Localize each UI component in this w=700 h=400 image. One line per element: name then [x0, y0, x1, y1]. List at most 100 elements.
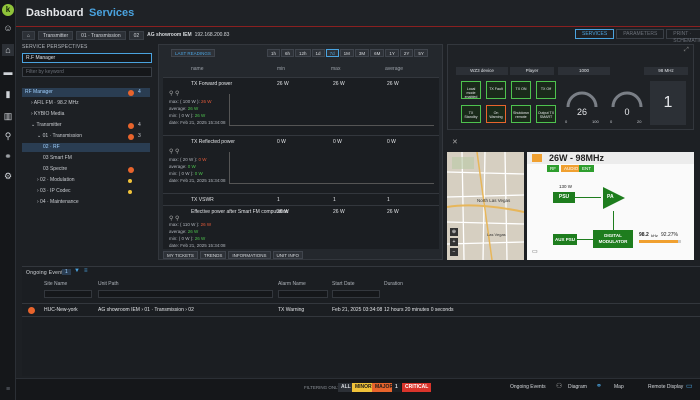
column-header: min: [277, 66, 286, 72]
device-status-panel: ⤢ WZ3 device Player 1000 98 MHz Local mo…: [447, 44, 694, 130]
pa-block[interactable]: [601, 185, 627, 211]
time-range-button[interactable]: 1M: [339, 49, 354, 57]
map-streets: [447, 152, 524, 260]
shutdown-button[interactable]: Shutdown remote: [511, 105, 531, 123]
tab-trends[interactable]: TRENDS: [199, 251, 227, 259]
tx-off-button[interactable]: TX Off: [536, 81, 556, 99]
severity-critical[interactable]: CRITICAL: [402, 383, 432, 392]
breadcrumb-item[interactable]: 01 · Transmission: [76, 30, 126, 40]
event-path: AG showroom IEM › 01 · Transmission › 02: [98, 307, 194, 313]
tab-parameters[interactable]: PARAMETERS: [616, 29, 665, 39]
stat-min-label: min: ( 0 W ):: [169, 171, 195, 176]
metric-name: TX VSWR: [191, 197, 214, 203]
collapse-icon[interactable]: ✕: [452, 138, 458, 146]
expand-icon[interactable]: ⤢: [684, 47, 689, 54]
chart-icon[interactable]: ▮: [2, 88, 14, 100]
path-filter-input[interactable]: [98, 290, 273, 298]
page-subtitle: Services: [89, 7, 135, 19]
monitor-icon[interactable]: ▭: [532, 248, 538, 255]
digital-modulator-block[interactable]: DIGITAL MODULATOR: [593, 230, 633, 248]
date-filter-input[interactable]: [332, 290, 380, 298]
ticket-icon[interactable]: ▬: [2, 66, 14, 78]
site-map[interactable]: North Las Vegas Las Vegas ⊕ + −: [447, 152, 524, 260]
menu-icon[interactable]: ≡: [2, 384, 14, 396]
link-diagram[interactable]: Diagram: [568, 384, 587, 390]
tree-item[interactable]: › AFIL FM · 98.2 MHz: [22, 99, 150, 108]
site-filter-input[interactable]: [44, 290, 92, 298]
tx-on-button[interactable]: TX ON: [511, 81, 531, 99]
tab-informations[interactable]: INFORMATIONS: [228, 251, 271, 259]
tree-item[interactable]: › 04 · Maintenance: [22, 198, 150, 207]
zoom-in-icon[interactable]: +: [450, 238, 458, 246]
gauge-min: 0: [610, 119, 613, 124]
tree-item[interactable]: › KYBIO Media: [22, 110, 150, 119]
time-range-button[interactable]: 6M: [370, 49, 385, 57]
view-select[interactable]: LAST READINGS: [171, 49, 215, 57]
link-map[interactable]: Map: [614, 384, 624, 390]
link-ongoing-events[interactable]: Ongoing Events: [510, 384, 546, 390]
pin-icon[interactable]: ⚲: [2, 130, 14, 142]
chart-bars-icon[interactable]: ▥: [2, 110, 14, 122]
tree-item[interactable]: ⌄ 01 · Transmission 3: [22, 132, 150, 141]
users-icon[interactable]: ☺: [2, 22, 14, 34]
metric-row[interactable]: TX Forward power 26 W 26 W 26 W ⚲ ⚲ max:…: [163, 77, 439, 135]
metric-row[interactable]: TX VSWR 1 1 1: [163, 193, 439, 205]
time-range-button[interactable]: 1d: [311, 49, 325, 57]
tree-item[interactable]: RF Manager 4: [22, 88, 150, 97]
alarm-filter-input[interactable]: [278, 290, 328, 298]
tab-my-tickets[interactable]: MY TICKETS: [163, 251, 198, 259]
time-range-button[interactable]: 7d: [325, 49, 339, 57]
tree-item[interactable]: 03 Spectre: [22, 165, 150, 174]
tab-unit-info[interactable]: UNIT INFO: [272, 251, 303, 259]
gauge-value: 26: [576, 107, 587, 117]
tree-item[interactable]: 02 · RF: [22, 143, 150, 152]
stat-min-label: min: ( 0 W ):: [169, 236, 195, 241]
breadcrumb-item[interactable]: 02: [128, 30, 145, 40]
aux-psu-block[interactable]: AUX PSU: [553, 234, 577, 245]
columns-icon[interactable]: ≡: [84, 268, 88, 274]
time-range-button[interactable]: 1h: [267, 49, 281, 57]
tree-item[interactable]: › 02 · Modulation: [22, 176, 150, 185]
stat-average-value: 26 W: [187, 229, 199, 234]
tree-item[interactable]: 03 Smart FM: [22, 154, 150, 163]
psu-block[interactable]: PSU: [553, 192, 575, 203]
gauge-max: 100: [592, 119, 599, 124]
app-logo[interactable]: k: [2, 4, 14, 16]
time-range-button[interactable]: 1Y: [385, 49, 399, 57]
link-remote-display[interactable]: Remote Display: [648, 384, 683, 390]
tab-ent[interactable]: ENT: [579, 165, 594, 172]
filter-icon[interactable]: ▼: [74, 268, 80, 274]
tree-item[interactable]: › 03 · IP Codec: [22, 187, 150, 196]
tx-fault-button[interactable]: TX Fault: [486, 81, 506, 99]
home-crumb-icon[interactable]: ⌂: [22, 30, 36, 40]
tree-item[interactable]: ⌄ Transmitter 4: [22, 121, 150, 130]
time-range-button[interactable]: 2Y: [399, 49, 414, 57]
metric-row[interactable]: TX Reflected power 0 W 0 W 0 W ⚲ ⚲ max: …: [163, 135, 439, 193]
tab-services[interactable]: SERVICES: [575, 29, 615, 39]
breadcrumb-item[interactable]: Transmitter: [38, 30, 74, 40]
column-header: average: [385, 66, 404, 72]
time-range-button[interactable]: 3M: [354, 49, 370, 57]
zoom-icon[interactable]: ⚲ ⚲: [169, 215, 179, 222]
display-icon[interactable]: ▭: [686, 382, 693, 390]
on-warning-button[interactable]: On Warning: [486, 105, 506, 123]
time-range-button[interactable]: 12h: [295, 49, 311, 57]
tab-rf[interactable]: RF: [547, 165, 559, 172]
network-icon[interactable]: ⚭: [2, 150, 14, 162]
locate-icon[interactable]: ⊕: [450, 228, 458, 236]
zoom-icon[interactable]: ⚲ ⚲: [169, 90, 179, 97]
tab-print-schematic[interactable]: PRINT · SCHEMATIC: [666, 29, 700, 44]
local-mode-button[interactable]: Local mode enabled: [461, 81, 481, 99]
perspective-select[interactable]: R.F Manager: [22, 53, 152, 63]
zoom-icon[interactable]: ⚲ ⚲: [169, 148, 179, 155]
power-label: 130 W: [559, 184, 573, 189]
tx-standby-button[interactable]: TX Standby: [461, 105, 481, 123]
zoom-out-icon[interactable]: −: [450, 248, 458, 256]
filter-input[interactable]: Filter by keyword: [22, 67, 152, 77]
home-icon[interactable]: ⌂: [2, 44, 14, 56]
metric-row[interactable]: Effective power after Smart FM computati…: [163, 205, 439, 249]
time-range-button[interactable]: 6h: [281, 49, 295, 57]
gear-icon[interactable]: ⚙: [2, 170, 14, 182]
time-range-button[interactable]: 5Y: [414, 49, 428, 57]
output-smart-button[interactable]: Output TX SMART: [536, 105, 556, 123]
